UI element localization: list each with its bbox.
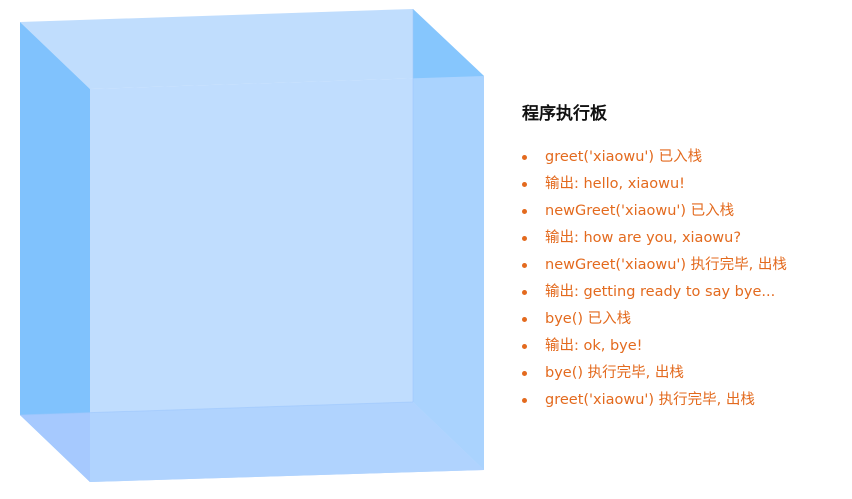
bullet-dot-icon: [522, 209, 527, 214]
log-item-text: 输出: how are you, xiaowu?: [545, 230, 742, 246]
log-item: 输出: how are you, xiaowu?: [522, 225, 842, 252]
log-item: greet('xiaowu') 执行完毕, 出栈: [522, 387, 842, 414]
log-item: bye() 已入栈: [522, 306, 842, 333]
log-item-text: 输出: getting ready to say bye...: [545, 284, 776, 300]
board-title: 程序执行板: [522, 104, 607, 124]
bullet-dot-icon: [522, 398, 527, 403]
bullet-dot-icon: [522, 344, 527, 349]
log-item: 输出: hello, xiaowu!: [522, 171, 842, 198]
log-item-text: 输出: hello, xiaowu!: [545, 176, 685, 192]
execution-log-list: greet('xiaowu') 已入栈 输出: hello, xiaowu! n…: [522, 144, 842, 414]
log-item-text: bye() 执行完毕, 出栈: [545, 365, 684, 381]
log-item: newGreet('xiaowu') 执行完毕, 出栈: [522, 252, 842, 279]
call-stack-box: [19, 9, 484, 482]
log-item: 输出: getting ready to say bye...: [522, 279, 842, 306]
log-item-text: newGreet('xiaowu') 已入栈: [545, 203, 735, 219]
log-item: bye() 执行完毕, 出栈: [522, 360, 842, 387]
log-item-text: greet('xiaowu') 执行完毕, 出栈: [545, 392, 755, 408]
bullet-dot-icon: [522, 155, 527, 160]
bullet-dot-icon: [522, 182, 527, 187]
log-item: 输出: ok, bye!: [522, 333, 842, 360]
bullet-dot-icon: [522, 263, 527, 268]
stage: 程序执行板 greet('xiaowu') 已入栈 输出: hello, xia…: [0, 0, 852, 499]
bullet-dot-icon: [522, 290, 527, 295]
bullet-dot-icon: [522, 236, 527, 241]
log-item: greet('xiaowu') 已入栈: [522, 144, 842, 171]
stack-box-front-face: [90, 76, 484, 482]
log-item-text: bye() 已入栈: [545, 311, 632, 327]
log-item: newGreet('xiaowu') 已入栈: [522, 198, 842, 225]
log-item-text: newGreet('xiaowu') 执行完毕, 出栈: [545, 257, 787, 273]
bullet-dot-icon: [522, 371, 527, 376]
bullet-dot-icon: [522, 317, 527, 322]
log-item-text: greet('xiaowu') 已入栈: [545, 149, 703, 165]
log-item-text: 输出: ok, bye!: [545, 338, 643, 354]
execution-board: 程序执行板 greet('xiaowu') 已入栈 输出: hello, xia…: [522, 100, 842, 414]
